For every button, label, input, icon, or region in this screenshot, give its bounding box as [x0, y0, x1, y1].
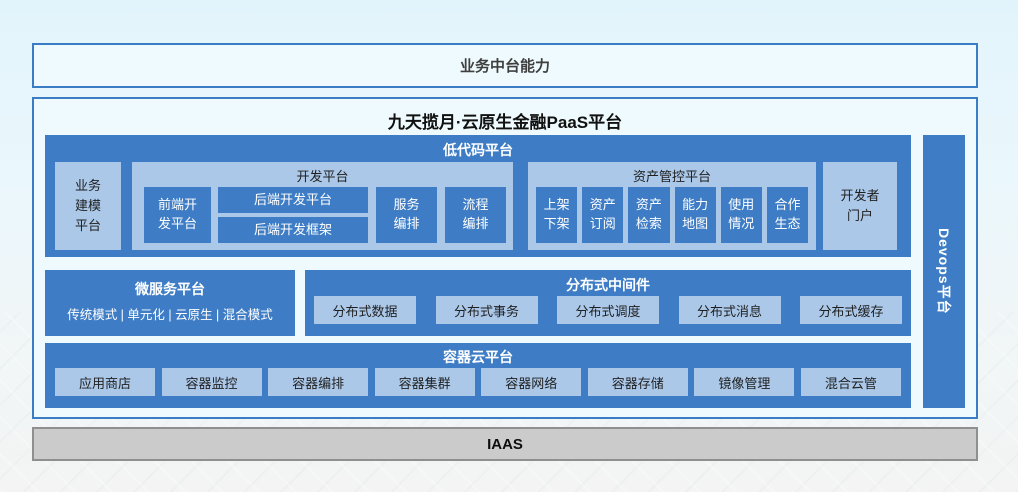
platform-title: 九天揽月·云原生金融PaaS平台 — [34, 99, 976, 133]
middleware-item-scheduling: 分布式调度 — [557, 296, 659, 324]
frontend-dev-block: 前端开 发平台 — [144, 187, 211, 243]
microservice-modes: 传统模式 | 单元化 | 云原生 | 混合模式 — [45, 304, 295, 323]
service-orchestration-block: 服务 编排 — [376, 187, 437, 243]
asset-control-group: 资产管控平台 上架 下架 资产 订阅 资产 检索 能力 — [528, 162, 816, 250]
asset-item-line: 资产 — [636, 196, 662, 215]
microservice-platform-section: 微服务平台 传统模式 | 单元化 | 云原生 | 混合模式 — [45, 270, 295, 336]
container-item-appstore: 应用商店 — [55, 368, 155, 396]
container-cloud-section: 容器云平台 应用商店 容器监控 容器编排 容器集群 容器网络 容器存储 镜像管理… — [45, 343, 911, 408]
backend-platform-block: 后端开发平台 — [218, 187, 368, 213]
asset-item-line: 订阅 — [590, 215, 616, 234]
frontend-line: 前端开 — [158, 196, 197, 215]
developer-portal-line: 门户 — [847, 206, 873, 226]
business-modeling-line: 建模 — [75, 196, 101, 216]
container-item-monitoring: 容器监控 — [162, 368, 262, 396]
middleware-item-cache: 分布式缓存 — [800, 296, 902, 324]
asset-items-row: 上架 下架 资产 订阅 资产 检索 能力 地图 — [536, 187, 808, 243]
microservice-title: 微服务平台 — [45, 270, 295, 299]
middleware-item-data: 分布式数据 — [314, 296, 416, 324]
asset-item-usage: 使用 情况 — [721, 187, 762, 243]
banner-label: 业务中台能力 — [460, 55, 550, 76]
asset-item-search: 资产 检索 — [628, 187, 669, 243]
asset-item-line: 检索 — [636, 215, 662, 234]
middleware-section: 分布式中间件 分布式数据 分布式事务 分布式调度 分布式消息 分布式缓存 — [305, 270, 911, 336]
lowcode-platform-section: 低代码平台 业务 建模 平台 开发平台 前端开 发平台 后端开发平台 后端开发框… — [45, 135, 911, 257]
asset-item-line: 使用 — [728, 196, 754, 215]
asset-item-line: 地图 — [682, 215, 708, 234]
container-item-cluster: 容器集群 — [375, 368, 475, 396]
dev-platform-title: 开发平台 — [132, 162, 513, 185]
middleware-item-message: 分布式消息 — [679, 296, 781, 324]
middleware-item-transaction: 分布式事务 — [436, 296, 538, 324]
service-orch-line: 编排 — [393, 215, 419, 234]
asset-control-title: 资产管控平台 — [528, 162, 816, 185]
service-orch-line: 服务 — [393, 196, 419, 215]
business-middle-platform-banner: 业务中台能力 — [32, 43, 978, 88]
asset-item-line: 上架 — [544, 196, 570, 215]
asset-item-subscription: 资产 订阅 — [582, 187, 623, 243]
process-orch-line: 流程 — [462, 196, 488, 215]
container-item-storage: 容器存储 — [588, 368, 688, 396]
backend-framework-block: 后端开发框架 — [218, 217, 368, 243]
asset-item-line: 合作 — [774, 196, 800, 215]
container-items-row: 应用商店 容器监控 容器编排 容器集群 容器网络 容器存储 镜像管理 混合云管 — [55, 368, 901, 396]
lowcode-title: 低代码平台 — [45, 135, 911, 160]
process-orchestration-block: 流程 编排 — [445, 187, 506, 243]
middleware-items-row: 分布式数据 分布式事务 分布式调度 分布式消息 分布式缓存 — [314, 296, 902, 324]
asset-item-line: 生态 — [774, 215, 800, 234]
asset-item-line: 下架 — [544, 215, 570, 234]
asset-item-line: 情况 — [728, 215, 754, 234]
devops-label: Devops平台 — [934, 228, 954, 315]
middleware-title: 分布式中间件 — [305, 270, 911, 295]
business-modeling-line: 业务 — [75, 176, 101, 196]
developer-portal-block: 开发者 门户 — [823, 162, 897, 250]
asset-item-capability-map: 能力 地图 — [675, 187, 716, 243]
asset-item-ecosystem: 合作 生态 — [767, 187, 808, 243]
business-modeling-block: 业务 建模 平台 — [55, 162, 121, 250]
container-item-image-mgmt: 镜像管理 — [694, 368, 794, 396]
iaas-label: IAAS — [487, 436, 523, 453]
architecture-diagram: 业务中台能力 九天揽月·云原生金融PaaS平台 低代码平台 业务 建模 平台 开… — [0, 0, 1018, 492]
dev-platform-group: 开发平台 前端开 发平台 后端开发平台 后端开发框架 服务 编排 流程 编排 — [132, 162, 513, 250]
asset-item-line: 能力 — [682, 196, 708, 215]
iaas-bar: IAAS — [32, 427, 978, 461]
asset-item-line: 资产 — [590, 196, 616, 215]
process-orch-line: 编排 — [462, 215, 488, 234]
container-cloud-title: 容器云平台 — [45, 343, 911, 367]
container-item-hybrid-cloud: 混合云管 — [801, 368, 901, 396]
developer-portal-line: 开发者 — [840, 186, 879, 206]
asset-item-listing: 上架 下架 — [536, 187, 577, 243]
frontend-line: 发平台 — [158, 215, 197, 234]
business-modeling-line: 平台 — [75, 216, 101, 236]
container-item-orchestration: 容器编排 — [268, 368, 368, 396]
devops-platform-bar: Devops平台 — [923, 135, 965, 408]
paas-platform-panel: 九天揽月·云原生金融PaaS平台 低代码平台 业务 建模 平台 开发平台 前端开… — [32, 97, 978, 419]
container-item-network: 容器网络 — [481, 368, 581, 396]
